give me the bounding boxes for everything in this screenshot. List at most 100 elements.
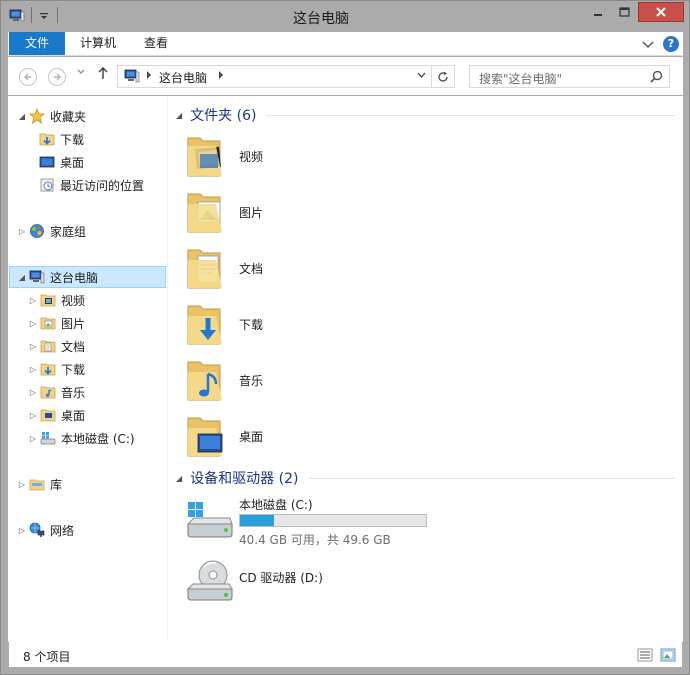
tab-view[interactable]: 查看 (134, 32, 178, 55)
maximize-button[interactable] (611, 2, 638, 22)
tab-computer[interactable]: 计算机 (72, 32, 124, 55)
nav-label: 视频 (61, 293, 86, 308)
folder-label: 文档 (239, 261, 264, 276)
nav-label: 下载 (60, 132, 85, 147)
nav-label: 库 (50, 477, 63, 492)
folder-videos[interactable]: 视频 (186, 131, 263, 181)
nav-videos[interactable]: ▷ 视频 (28, 289, 85, 311)
expanded-arrow-icon[interactable]: ◢ (17, 273, 27, 282)
nav-label: 收藏夹 (50, 109, 87, 124)
drive-c[interactable]: 本地磁盘 (C:) 40.4 GB 可用，共 49.6 GB (186, 496, 486, 547)
nav-pictures[interactable]: ▷ 图片 (28, 312, 85, 334)
nav-downloads[interactable]: ▷ 下载 (28, 358, 85, 380)
nav-local-disk[interactable]: ▷ 本地磁盘 (C:) (28, 427, 135, 449)
breadcrumb-arrow[interactable] (146, 71, 152, 81)
nav-label: 文档 (61, 339, 86, 354)
folder-music[interactable]: 音乐 (186, 355, 263, 405)
back-button[interactable] (19, 68, 37, 86)
nav-favorites-downloads[interactable]: 下载 (39, 128, 84, 150)
title-bar: 这台电脑 (1, 1, 689, 31)
collapsed-arrow-icon[interactable]: ▷ (17, 227, 27, 236)
collapsed-arrow-icon[interactable]: ▷ (28, 342, 38, 351)
folder-pictures[interactable]: 图片 (186, 187, 263, 237)
group-header-folders[interactable]: ◢ 文件夹 (6) (176, 105, 676, 125)
forward-button[interactable] (48, 68, 66, 86)
collapsed-arrow-icon[interactable]: ▷ (28, 365, 38, 374)
collapsed-arrow-icon[interactable]: ▷ (28, 411, 38, 420)
large-icons-view-icon[interactable] (660, 647, 676, 663)
nav-label: 音乐 (61, 385, 86, 400)
folder-desktop[interactable]: 桌面 (186, 411, 263, 461)
group-header-devices[interactable]: ◢ 设备和驱动器 (2) (176, 468, 676, 488)
minimize-icon (594, 14, 602, 16)
navigation-pane: ◢ 收藏夹 下载 桌面 最近访问的位置 ▷ 家庭组 ◢ 这台电脑 ▷ 视频 ▷ … (9, 96, 167, 641)
downloads-folder-icon (39, 133, 55, 146)
nav-label: 图片 (61, 316, 86, 331)
address-history-button[interactable] (417, 71, 426, 80)
nav-label: 家庭组 (50, 224, 87, 239)
pictures-folder-icon (187, 193, 222, 233)
nav-favorites-recent[interactable]: 最近访问的位置 (39, 174, 144, 196)
expand-ribbon-button[interactable] (642, 38, 654, 52)
homegroup-icon (30, 224, 44, 238)
nav-network[interactable]: ▷ 网络 (17, 519, 74, 541)
collapsed-arrow-icon[interactable]: ▷ (28, 319, 38, 328)
folder-downloads[interactable]: 下载 (186, 299, 263, 349)
maximize-icon (619, 7, 630, 17)
drive-name: 本地磁盘 (C:) (239, 498, 313, 512)
chevron-down-icon (642, 41, 654, 49)
search-icon[interactable] (650, 70, 663, 83)
collapsed-arrow-icon[interactable]: ▷ (17, 526, 27, 535)
collapsed-arrow-icon[interactable]: ▷ (28, 434, 38, 443)
collapse-group-icon[interactable]: ◢ (176, 474, 182, 483)
item-count: 8 个项目 (23, 650, 71, 664)
documents-folder-icon (187, 249, 222, 289)
downloads-folder-icon (40, 363, 56, 376)
recent-locations-button[interactable] (77, 68, 85, 78)
nav-label: 最近访问的位置 (60, 178, 145, 193)
address-bar[interactable]: 这台电脑 (117, 65, 432, 88)
drive-d[interactable]: CD 驱动器 (D:) (186, 557, 486, 607)
nav-libraries[interactable]: ▷ 库 (17, 473, 62, 495)
refresh-icon (438, 71, 448, 82)
videos-folder-icon (187, 137, 222, 177)
up-button[interactable] (97, 66, 109, 84)
recent-places-icon (40, 178, 54, 192)
nav-music[interactable]: ▷ 音乐 (28, 381, 85, 403)
nav-label: 桌面 (61, 408, 86, 423)
window-title: 这台电脑 (293, 11, 349, 27)
search-placeholder: 搜索"这台电脑" (479, 72, 563, 86)
group-title: 文件夹 (6) (190, 108, 257, 124)
breadcrumb-arrow-2[interactable] (218, 71, 224, 81)
nav-favorites-desktop[interactable]: 桌面 (39, 151, 84, 173)
search-box[interactable]: 搜索"这台电脑" (469, 65, 670, 88)
nav-label: 这台电脑 (50, 270, 99, 285)
expanded-arrow-icon[interactable]: ◢ (17, 112, 27, 121)
nav-desktop[interactable]: ▷ 桌面 (28, 404, 85, 426)
nav-favorites[interactable]: ◢ 收藏夹 (17, 105, 86, 127)
minimize-button[interactable] (585, 2, 611, 22)
nav-documents[interactable]: ▷ 文档 (28, 335, 85, 357)
chevron-right-icon (219, 71, 223, 79)
libraries-icon (29, 479, 45, 491)
refresh-button[interactable] (432, 65, 455, 88)
videos-folder-icon (40, 294, 56, 307)
tab-file[interactable]: 文件 (9, 32, 65, 55)
breadcrumb-this-pc[interactable]: 这台电脑 (159, 69, 207, 86)
group-divider (266, 114, 676, 116)
folder-documents[interactable]: 文档 (186, 243, 263, 293)
nav-this-pc[interactable]: ◢ 这台电脑 (17, 266, 98, 288)
cd-drive-icon (186, 560, 233, 601)
collapsed-arrow-icon[interactable]: ▷ (17, 480, 27, 489)
pane-divider[interactable] (167, 96, 168, 641)
collapsed-arrow-icon[interactable]: ▷ (28, 296, 38, 305)
collapse-group-icon[interactable]: ◢ (176, 111, 182, 120)
close-button[interactable] (638, 2, 684, 22)
help-button[interactable]: ? (663, 36, 679, 52)
nav-label: 网络 (50, 523, 75, 538)
collapsed-arrow-icon[interactable]: ▷ (28, 388, 38, 397)
nav-homegroup[interactable]: ▷ 家庭组 (17, 220, 86, 242)
details-view-icon[interactable] (637, 647, 653, 663)
arrow-up-icon (98, 66, 108, 79)
chevron-right-icon (147, 71, 151, 79)
